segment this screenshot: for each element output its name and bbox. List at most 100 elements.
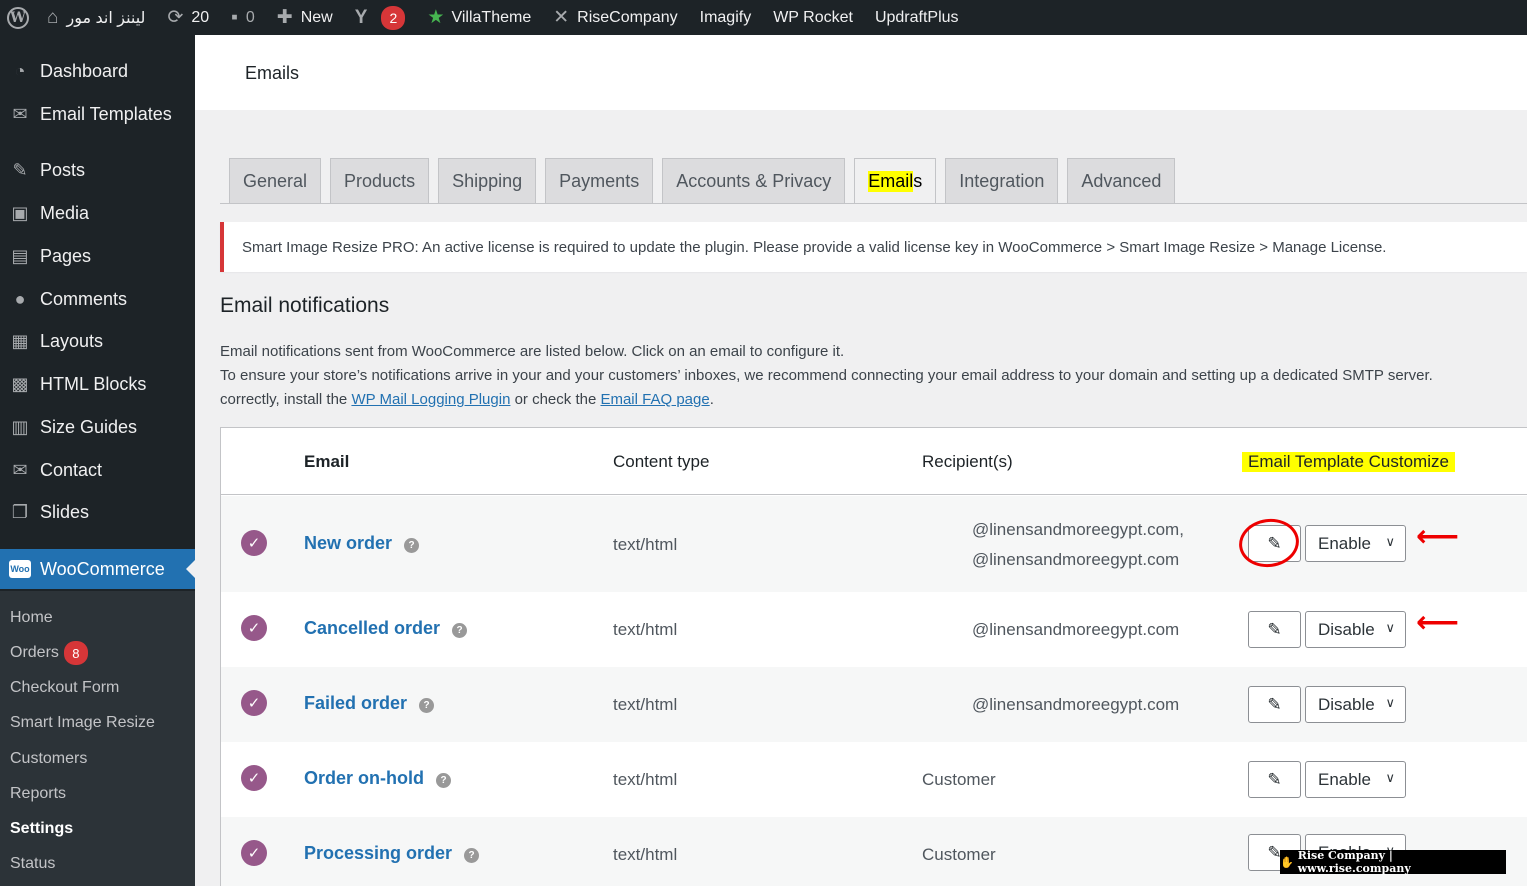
comments-menu[interactable]: ▪ 0 xyxy=(220,0,266,35)
sidebar-item-dashboard[interactable]: ◔ Dashboard xyxy=(0,51,195,91)
yoast-menu[interactable]: Y 2 xyxy=(344,0,417,35)
status-value: Enable xyxy=(1318,769,1371,789)
tab-advanced[interactable]: Advanced xyxy=(1067,158,1176,203)
wp-mail-logging-link[interactable]: WP Mail Logging Plugin xyxy=(351,391,510,408)
dashboard-icon: ◔ xyxy=(14,60,26,81)
settings-tabs: General Products Shipping Payments Accou… xyxy=(229,158,1184,203)
imagify-menu[interactable]: Imagify xyxy=(689,0,763,35)
sidebar-item-slides[interactable]: ❐ Slides xyxy=(0,492,195,532)
slides-icon: ❐ xyxy=(11,501,29,522)
email-link-cancelled-order[interactable]: Cancelled order ? xyxy=(304,618,468,639)
sidebar-item-label: Slides xyxy=(40,501,90,522)
recipient: Customer xyxy=(922,845,996,864)
submenu-item-status[interactable]: Status xyxy=(10,852,55,876)
refresh-icon: ⟳ xyxy=(167,7,184,28)
tab-shipping[interactable]: Shipping xyxy=(438,158,537,203)
status-value: Disable xyxy=(1318,619,1375,639)
wp-rocket-menu[interactable]: WP Rocket xyxy=(762,0,864,35)
enabled-check-icon: ✓ xyxy=(241,615,267,641)
updates-count: 20 xyxy=(191,8,210,26)
status-select[interactable]: Disable ∨ xyxy=(1305,611,1406,648)
sidebar-item-layouts[interactable]: ▦ Layouts xyxy=(0,321,195,361)
sidebar-item-label: HTML Blocks xyxy=(40,373,147,394)
help-icon: ? xyxy=(464,847,480,863)
sidebar-item-comments[interactable]: ● Comments xyxy=(0,279,195,319)
email-link-order-on-hold[interactable]: Order on-hold ? xyxy=(304,768,451,789)
tab-emails[interactable]: Email s xyxy=(854,158,937,203)
pages-icon: ▤ xyxy=(11,245,29,266)
edit-template-button[interactable]: ✎ xyxy=(1248,686,1301,723)
sidebar-item-posts[interactable]: ✎ Posts xyxy=(0,150,195,190)
sidebar-item-label: WooCommerce xyxy=(40,558,165,579)
admin-sidebar: ◔ Dashboard ✉ Email Templates ✎ Posts ▣ … xyxy=(0,35,195,886)
sidebar-item-media[interactable]: ▣ Media xyxy=(0,193,195,233)
enabled-check-icon: ✓ xyxy=(241,765,267,791)
orders-count-badge: 8 xyxy=(63,641,88,665)
notice-text: Smart Image Resize PRO: An active licens… xyxy=(242,238,1387,256)
email-faq-link[interactable]: Email FAQ page xyxy=(600,391,709,408)
submenu-item-home[interactable]: Home xyxy=(10,606,53,630)
submenu-item-reports[interactable]: Reports xyxy=(10,782,66,806)
sidebar-item-label: Dashboard xyxy=(40,60,129,81)
tab-payments[interactable]: Payments xyxy=(545,158,654,203)
updates-menu[interactable]: ⟳ 20 xyxy=(156,0,220,35)
wordpress-logo-menu[interactable]: W xyxy=(0,0,36,35)
content-type: text/html xyxy=(613,845,678,864)
sidebar-item-woocommerce[interactable]: Woo WooCommerce xyxy=(0,549,195,589)
line3-pre: correctly, install the xyxy=(220,391,352,408)
email-link-failed-order[interactable]: Failed order ? xyxy=(304,693,435,714)
submenu-item-checkout-form[interactable]: Checkout Form xyxy=(10,676,119,700)
sidebar-item-email-templates[interactable]: ✉ Email Templates xyxy=(0,94,195,134)
email-link-new-order[interactable]: New order ? xyxy=(304,533,420,554)
site-name-menu[interactable]: ⌂ ليننز اند مور xyxy=(36,0,156,35)
tab-accounts-privacy[interactable]: Accounts & Privacy xyxy=(662,158,846,203)
submenu-item-orders[interactable]: Orders 8 xyxy=(10,641,88,665)
watermark: ✋ Rise Company | www.rise.company xyxy=(1280,849,1506,875)
wordpress-icon: W xyxy=(7,6,29,29)
edit-template-button[interactable]: ✎ xyxy=(1248,611,1301,648)
sidebar-item-html-blocks[interactable]: ▩ HTML Blocks xyxy=(0,364,195,404)
sidebar-item-pages[interactable]: ▤ Pages xyxy=(0,236,195,276)
page-title: Emails xyxy=(245,63,300,83)
submenu-item-smart-image-resize[interactable]: Smart Image Resize xyxy=(10,711,155,735)
imagify-label: Imagify xyxy=(699,8,752,26)
new-content-menu[interactable]: ✚ New xyxy=(266,0,344,35)
status-select[interactable]: Enable ∨ xyxy=(1305,525,1406,562)
page-header: Emails xyxy=(195,35,1527,110)
email-name: Processing order xyxy=(304,843,453,863)
updraftplus-menu[interactable]: UpdraftPlus xyxy=(864,0,970,35)
mail-icon: ✉ xyxy=(12,103,28,124)
submenu-item-label: Orders xyxy=(10,644,59,661)
table-row[interactable]: ✓ Cancelled order ? text/html @linensand… xyxy=(221,592,1527,667)
recipient: @linensandmoreegypt.com xyxy=(972,550,1180,569)
tab-products[interactable]: Products xyxy=(330,158,430,203)
status-select[interactable]: Enable ∨ xyxy=(1305,761,1406,798)
tab-integration[interactable]: Integration xyxy=(945,158,1059,203)
layouts-icon: ▦ xyxy=(11,330,29,351)
table-row[interactable]: ✓ Order on-hold ? text/html Customer ✎ E… xyxy=(221,742,1527,817)
content-type: text/html xyxy=(613,695,678,714)
table-row[interactable]: ✓ Failed order ? text/html @linensandmor… xyxy=(221,667,1527,742)
sidebar-item-contact[interactable]: ✉ Contact xyxy=(0,450,195,490)
comment-icon: ▪ xyxy=(231,6,238,28)
status-select[interactable]: Disable ∨ xyxy=(1305,686,1406,723)
tab-general[interactable]: General xyxy=(229,158,322,203)
chevron-down-icon: ∨ xyxy=(1385,695,1395,710)
table-row[interactable]: ✓ New order ? text/html @linensandmoreeg… xyxy=(221,496,1527,592)
table-header: Email Content type Recipient(s) Email Te… xyxy=(221,428,1527,495)
villatheme-label: VillaTheme xyxy=(451,8,532,26)
edit-template-button[interactable]: ✎ xyxy=(1248,761,1301,798)
hand-icon: ✋ xyxy=(1280,855,1294,869)
comments-count: 0 xyxy=(245,8,255,26)
wp-rocket-label: WP Rocket xyxy=(773,8,853,26)
risecompany-icon: ✕ xyxy=(553,7,570,28)
submenu-item-customers[interactable]: Customers xyxy=(10,747,87,771)
yoast-badge: 2 xyxy=(381,5,406,30)
sidebar-item-size-guides[interactable]: ▥ Size Guides xyxy=(0,407,195,447)
submenu-item-settings[interactable]: Settings xyxy=(10,817,73,841)
risecompany-menu[interactable]: ✕ RiseCompany xyxy=(542,0,688,35)
comment-icon: ● xyxy=(14,288,26,309)
email-link-processing-order[interactable]: Processing order ? xyxy=(304,843,480,864)
woo-icon-wrap: Woo xyxy=(0,560,40,578)
villatheme-menu[interactable]: ★ VillaTheme xyxy=(416,0,542,35)
